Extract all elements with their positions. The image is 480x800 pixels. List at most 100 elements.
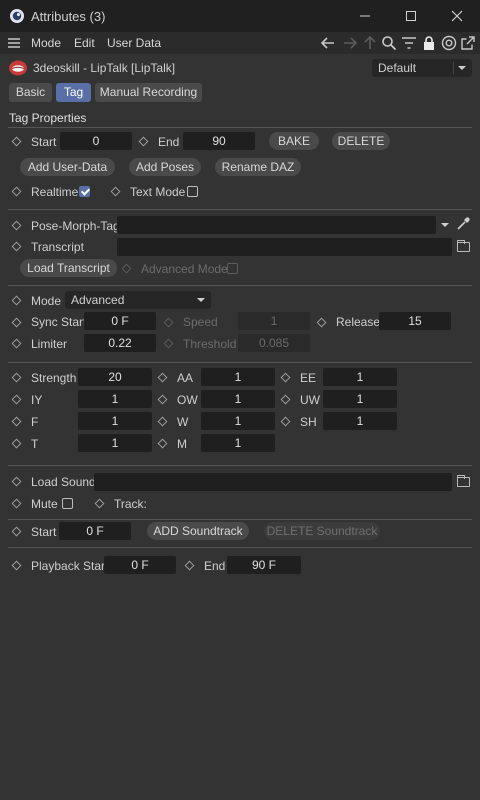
rename-daz-button[interactable]: Rename DAZ (215, 158, 301, 176)
playback-start-field[interactable]: 0 F (104, 556, 176, 574)
t-field[interactable]: 1 (78, 434, 152, 452)
keyframe-ee-icon[interactable] (280, 372, 291, 383)
pose-morph-dropdown[interactable] (438, 216, 452, 234)
realtime-checkbox[interactable] (79, 186, 90, 197)
menu-edit[interactable]: Edit (74, 36, 95, 50)
ow-field[interactable]: 1 (201, 390, 275, 408)
keyframe-f-icon[interactable] (11, 416, 22, 427)
keyframe-playback-start-icon[interactable] (11, 560, 22, 571)
add-soundtrack-button[interactable]: ADD Soundtrack (147, 522, 249, 540)
end-field[interactable]: 90 (183, 132, 255, 150)
divider (8, 362, 472, 363)
f-field[interactable]: 1 (78, 412, 152, 430)
limiter-label: Limiter (31, 337, 68, 351)
keyframe-track-icon[interactable] (94, 498, 105, 509)
bake-button[interactable]: BAKE (269, 132, 319, 150)
keyframe-ow-icon[interactable] (157, 394, 168, 405)
keyframe-uw-icon[interactable] (280, 394, 291, 405)
target-icon[interactable] (441, 35, 457, 51)
keyframe-w-icon[interactable] (157, 416, 168, 427)
lock-icon[interactable] (421, 35, 437, 51)
w-field[interactable]: 1 (201, 412, 275, 430)
sh-field[interactable]: 1 (323, 412, 397, 430)
uw-label: UW (300, 393, 320, 407)
keyframe-mode-icon[interactable] (11, 295, 22, 306)
close-button[interactable] (434, 0, 480, 32)
sound-file-field[interactable] (94, 473, 452, 491)
divider (8, 465, 472, 466)
filter-icon[interactable] (401, 35, 417, 51)
window-title: Attributes (3) (31, 9, 106, 24)
divider (8, 285, 472, 286)
keyframe-sync-start-icon[interactable] (11, 317, 22, 328)
speed-field: 1 (238, 312, 310, 330)
keyframe-release-icon[interactable] (316, 317, 327, 328)
keyframe-m-icon[interactable] (157, 438, 168, 449)
preset-dropdown[interactable]: Default (372, 59, 472, 77)
chevron-down-icon (197, 298, 205, 302)
keyframe-transcript-icon[interactable] (11, 241, 22, 252)
minimize-icon (360, 15, 370, 17)
mute-checkbox[interactable] (62, 498, 73, 509)
ow-label: OW (177, 393, 198, 407)
pose-morph-field[interactable] (117, 216, 436, 234)
sync-start-field[interactable]: 0 F (84, 312, 156, 330)
playback-end-field[interactable]: 90 F (227, 556, 301, 574)
keyframe-iy-icon[interactable] (11, 394, 22, 405)
mode-dropdown[interactable]: Advanced (65, 291, 211, 309)
back-arrow-icon[interactable] (320, 35, 336, 51)
tab-basic[interactable]: Basic (9, 83, 52, 102)
keyframe-mute-icon[interactable] (11, 498, 22, 509)
maximize-button[interactable] (388, 0, 434, 32)
keyframe-realtime-icon[interactable] (11, 186, 22, 197)
keyframe-load-sound-icon[interactable] (11, 476, 22, 487)
limiter-field[interactable]: 0.22 (84, 334, 156, 352)
keyframe-sound-start-icon[interactable] (11, 526, 22, 537)
keyframe-text-mode-icon[interactable] (110, 186, 121, 197)
ee-field[interactable]: 1 (323, 368, 397, 386)
text-mode-checkbox[interactable] (187, 186, 198, 197)
minimize-button[interactable] (342, 0, 388, 32)
end-label: End (158, 135, 180, 149)
menu-user-data[interactable]: User Data (107, 36, 161, 50)
keyframe-start-icon[interactable] (11, 136, 22, 147)
release-field[interactable]: 15 (379, 312, 451, 330)
keyframe-playback-end-icon[interactable] (184, 560, 195, 571)
preset-value: Default (378, 61, 417, 75)
keyframe-pose-morph-icon[interactable] (11, 220, 22, 231)
track-label: Track: (114, 497, 147, 511)
transcript-field[interactable] (117, 238, 452, 256)
strength-label: Strength (31, 371, 77, 385)
hamburger-menu-icon[interactable] (6, 35, 22, 51)
tab-manual-recording[interactable]: Manual Recording (95, 83, 202, 102)
m-field[interactable]: 1 (201, 434, 275, 452)
keyframe-end-icon[interactable] (138, 136, 149, 147)
iy-field[interactable]: 1 (78, 390, 152, 408)
pick-object-icon[interactable] (455, 216, 471, 232)
start-field[interactable]: 0 (60, 132, 132, 150)
uw-field[interactable]: 1 (323, 390, 397, 408)
playback-end-label: End (204, 559, 226, 573)
forward-arrow-icon[interactable] (342, 35, 358, 51)
tab-tag[interactable]: Tag (56, 83, 91, 102)
load-transcript-button[interactable]: Load Transcript (20, 259, 117, 277)
sound-start-field[interactable]: 0 F (59, 522, 131, 540)
keyframe-aa-icon[interactable] (157, 372, 168, 383)
menu-mode[interactable]: Mode (31, 36, 61, 50)
keyframe-strength-icon[interactable] (11, 372, 22, 383)
search-icon[interactable] (381, 35, 397, 51)
delete-button[interactable]: DELETE (332, 132, 390, 150)
folder-icon[interactable] (457, 240, 470, 252)
up-arrow-icon[interactable] (362, 35, 378, 51)
keyframe-sh-icon[interactable] (280, 416, 291, 427)
aa-field[interactable]: 1 (201, 368, 275, 386)
keyframe-t-icon[interactable] (11, 438, 22, 449)
new-window-icon[interactable] (460, 35, 476, 51)
folder-icon[interactable] (457, 475, 470, 487)
add-poses-button[interactable]: Add Poses (129, 158, 201, 176)
text-mode-label: Text Mode (130, 185, 186, 199)
lips-tag-icon (9, 60, 27, 76)
keyframe-limiter-icon[interactable] (11, 338, 22, 349)
strength-field[interactable]: 20 (78, 368, 152, 386)
add-user-data-button[interactable]: Add User-Data (20, 158, 115, 176)
